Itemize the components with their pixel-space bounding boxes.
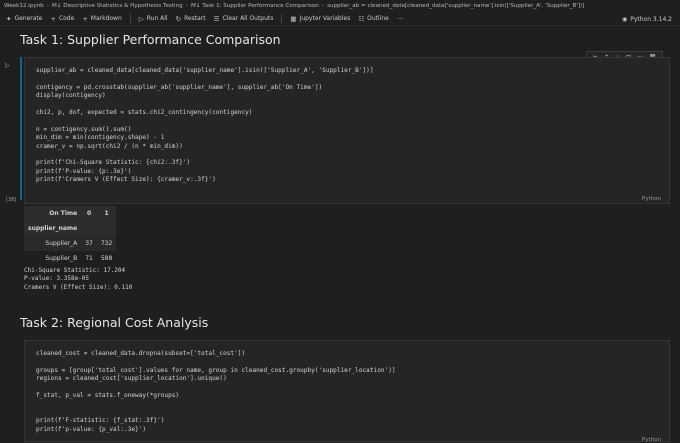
run-all-button[interactable]: ▷ Run All xyxy=(139,15,168,23)
table-cell: 588 xyxy=(100,255,113,262)
breadcrumb-cell[interactable]: supplier_ab = cleaned_data[cleaned_data[… xyxy=(327,3,584,9)
cell-language[interactable]: Python xyxy=(642,437,661,443)
task2-heading: Task 2: Regional Cost Analysis xyxy=(20,315,209,330)
column-header: 1 xyxy=(104,210,109,217)
cell-language[interactable]: Python xyxy=(642,196,661,202)
restart-icon: ↻ xyxy=(175,14,182,23)
outline-button[interactable]: ☷ Outline xyxy=(358,15,389,23)
more-actions-button[interactable]: ··· xyxy=(397,15,406,23)
notebook-toolbar: ✦ Generate + Code + Markdown ▷ Run All ↻ Rest… xyxy=(0,12,680,26)
table-row: Supplier_A 37 732 xyxy=(24,236,117,251)
column-header: 0 xyxy=(86,210,92,217)
table-row: Supplier_B 71 588 xyxy=(24,251,116,266)
restart-button[interactable]: ↻ Restart xyxy=(176,15,206,23)
code-editor-task2[interactable]: cleaned_cost = cleaned_data.dropna(subse… xyxy=(36,350,396,434)
variables-icon: ▦ xyxy=(290,14,297,23)
add-code-button[interactable]: + Code xyxy=(50,15,74,23)
table-cell: 71 xyxy=(85,255,93,262)
scrollbar[interactable] xyxy=(674,26,680,442)
breadcrumb-file[interactable]: Week12.ipynb xyxy=(4,3,44,9)
execution-count: [38] xyxy=(6,197,17,203)
plus-icon: + xyxy=(50,14,56,23)
kernel-picker[interactable]: ◉ Python 3.14.2 xyxy=(622,12,672,26)
code-editor-task1[interactable]: supplier_ab = cleaned_data[cleaned_data[… xyxy=(36,67,374,185)
row-label: Supplier_A xyxy=(45,240,78,247)
run-all-icon: ▷ xyxy=(138,14,144,23)
ellipsis-icon: ··· xyxy=(396,14,404,23)
breadcrumb-section[interactable]: M↓ Descriptive Statistics & Hypothesis T… xyxy=(52,3,183,9)
column-header: On Time xyxy=(49,210,78,217)
clear-icon: ☰ xyxy=(213,14,220,23)
clear-outputs-button[interactable]: ☰ Clear All Outputs xyxy=(214,15,274,23)
breadcrumb: Week12.ipynb › M↓ Descriptive Statistics … xyxy=(4,3,585,9)
task1-heading: Task 1: Supplier Performance Comparison xyxy=(20,32,281,47)
index-name: supplier_name xyxy=(28,225,78,232)
table-header-row: On Time 0 1 xyxy=(24,206,117,221)
generate-button[interactable]: ✦ Generate xyxy=(6,15,42,23)
cell-output-text: Chi-Square Statistic: 17.204 P-value: 3.… xyxy=(24,267,133,291)
table-cell: 732 xyxy=(100,240,113,247)
code-cell-task1[interactable]: supplier_ab = cleaned_data[cleaned_data[… xyxy=(24,57,670,204)
code-cell-task2[interactable]: cleaned_cost = cleaned_data.dropna(subse… xyxy=(24,340,670,443)
cell-focus-indicator xyxy=(20,57,22,200)
add-markdown-button[interactable]: + Markdown xyxy=(82,15,121,23)
toolbar-divider xyxy=(129,14,131,23)
table-index-row: supplier_name xyxy=(24,221,117,236)
breadcrumb-subsection[interactable]: M↓ Task 1: Supplier Performance Comparis… xyxy=(191,3,319,9)
outline-icon: ☷ xyxy=(358,14,365,23)
plus-icon: + xyxy=(82,14,88,23)
row-label: Supplier_B xyxy=(45,255,78,262)
run-cell-icon[interactable]: ▷ xyxy=(5,62,10,69)
sparkle-icon: ✦ xyxy=(6,14,12,23)
contingency-table: On Time 0 1 supplier_name Supplier_A 37 … xyxy=(24,206,117,266)
toolbar-divider xyxy=(281,14,283,23)
kernel-icon: ◉ xyxy=(621,15,628,23)
table-cell: 37 xyxy=(85,240,93,247)
jupyter-variables-button[interactable]: ▦ Jupyter Variables xyxy=(290,15,350,23)
